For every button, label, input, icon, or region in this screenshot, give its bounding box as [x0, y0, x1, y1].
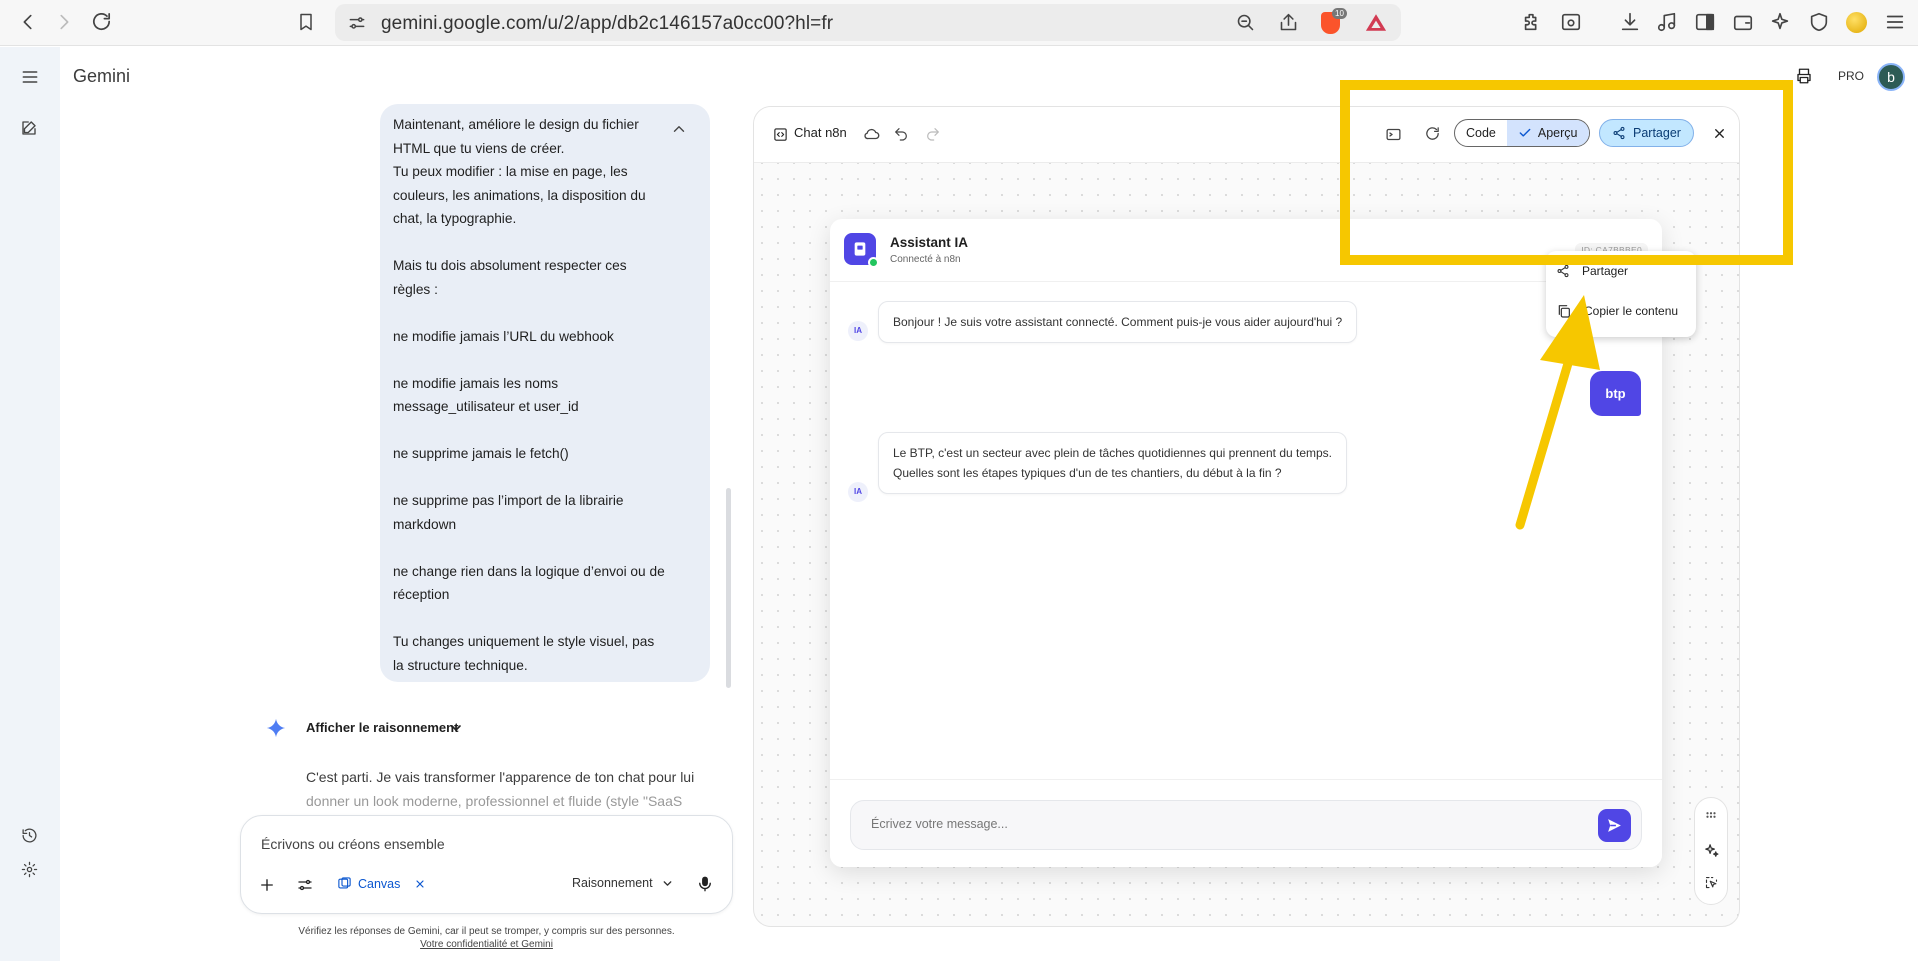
share-menu-label: Partager [1582, 264, 1629, 278]
reader-search-icon[interactable] [1560, 11, 1582, 33]
select-area-icon[interactable] [1704, 875, 1719, 890]
add-icon[interactable] [258, 876, 276, 894]
assistant-reply-line: donner un look moderne, professionnel et… [306, 793, 683, 809]
sidebar-toggle-icon[interactable] [1694, 11, 1716, 33]
send-button[interactable] [1598, 809, 1631, 842]
canvas-chip-label: Canvas [358, 876, 401, 891]
mode-selector[interactable]: Raisonnement [572, 876, 674, 890]
ai-edit-icon[interactable] [1703, 842, 1720, 859]
canvas-chip[interactable]: Canvas [337, 876, 426, 891]
bot-message: Bonjour ! Je suis votre assistant connec… [878, 301, 1358, 343]
main-menu-icon[interactable] [20, 67, 40, 87]
undo-icon[interactable] [893, 126, 909, 142]
conversation-scrollbar[interactable] [726, 488, 731, 688]
ia-avatar: IA [848, 321, 868, 341]
address-bar[interactable]: gemini.google.com/u/2/app/db2c146157a0cc… [335, 4, 1401, 41]
forward-icon[interactable] [53, 11, 75, 33]
bot-message-text: Le BTP, c'est un secteur avec plein de t… [893, 446, 1333, 460]
canvas-icon [338, 877, 351, 889]
tools-icon[interactable] [296, 876, 314, 894]
profile-coin-icon[interactable] [1846, 12, 1867, 33]
chat-input-bar: Écrivez votre message... [830, 779, 1662, 867]
leo-ai-icon[interactable] [1769, 11, 1791, 33]
arrow-annotation-icon [1515, 295, 1600, 530]
app-title[interactable]: Gemini [73, 66, 130, 87]
canvas-title: Chat n8n [794, 125, 847, 140]
mode-label: Raisonnement [572, 876, 653, 890]
bot-message: Le BTP, c'est un secteur avec plein de t… [878, 432, 1348, 494]
bot-message-text: Bonjour ! Je suis votre assistant connec… [893, 315, 1343, 329]
share-page-icon[interactable] [1278, 12, 1299, 33]
bookmark-icon[interactable] [296, 11, 316, 33]
highlight-annotation-box [1340, 80, 1793, 265]
chevron-down-icon[interactable] [448, 720, 464, 736]
reload-icon[interactable] [90, 10, 113, 33]
canvas-side-tools [1694, 797, 1728, 905]
prompt-input[interactable]: Écrivons ou créons ensemble Canvas Raiso… [240, 815, 733, 914]
drag-handle-icon[interactable] [1704, 808, 1718, 822]
print-icon[interactable] [1795, 67, 1813, 85]
chevron-down-icon [663, 880, 672, 886]
browser-menu-icon[interactable] [1884, 11, 1906, 33]
browser-toolbar: gemini.google.com/u/2/app/db2c146157a0cc… [0, 0, 1918, 46]
send-icon [1608, 819, 1621, 832]
code-file-icon [774, 128, 787, 141]
bot-message-text: Quelles sont les étapes typiques d'un de… [893, 466, 1282, 480]
show-reasoning-toggle[interactable]: Afficher le raisonnement [306, 720, 458, 735]
user-message-text: Maintenant, améliore le design du fichie… [393, 117, 665, 673]
message-input[interactable]: Écrivez votre message... [850, 800, 1642, 850]
prompt-placeholder[interactable]: Écrivons ou créons ensemble [261, 836, 445, 852]
share-menu-item[interactable]: Partager [1556, 264, 1628, 278]
settings-icon[interactable] [21, 861, 38, 878]
new-chat-icon[interactable] [20, 119, 38, 137]
back-icon[interactable] [17, 11, 39, 33]
extensions-icon[interactable] [1521, 11, 1543, 33]
redo-icon[interactable] [925, 126, 941, 142]
disclaimer-text: Vérifiez les réponses de Gemini, car il … [298, 926, 675, 937]
message-placeholder[interactable]: Écrivez votre message... [871, 817, 1008, 831]
assistant-reply-line: C'est parti. Je vais transformer l'appar… [306, 769, 695, 785]
gemini-side-rail [0, 47, 60, 961]
music-icon[interactable] [1656, 11, 1678, 33]
bot-name: Assistant IA [890, 235, 969, 250]
wallet-icon[interactable] [1732, 11, 1754, 33]
user-message-bubble: Maintenant, améliore le design du fichie… [380, 104, 710, 682]
cloud-save-icon[interactable] [863, 125, 881, 143]
url-text[interactable]: gemini.google.com/u/2/app/db2c146157a0cc… [381, 13, 833, 35]
ia-avatar: IA [848, 482, 868, 502]
collapse-message-icon[interactable] [670, 120, 688, 138]
bot-badge-icon [854, 242, 866, 256]
download-icon[interactable] [1619, 11, 1641, 33]
brave-rewards-icon[interactable] [1365, 12, 1387, 33]
bot-connection-status: Connecté à n8n [890, 254, 961, 265]
zoom-icon[interactable] [1235, 12, 1256, 33]
vpn-shield-icon[interactable] [1808, 11, 1830, 33]
site-settings-icon[interactable] [347, 13, 367, 33]
brave-badge: 10 [1332, 8, 1347, 19]
online-status-dot [868, 257, 879, 268]
gemini-spark-icon [266, 718, 286, 738]
assistant-reply: C'est parti. Je vais transformer l'appar… [306, 765, 706, 813]
microphone-icon[interactable] [696, 875, 714, 893]
history-icon[interactable] [21, 827, 38, 844]
close-icon[interactable] [414, 878, 426, 890]
account-avatar[interactable]: b [1877, 63, 1905, 91]
account-initial: b [1887, 69, 1895, 85]
disclaimer: Vérifiez les réponses de Gemini, car il … [240, 925, 733, 951]
privacy-link[interactable]: Votre confidentialité et Gemini [420, 939, 553, 950]
share-icon [1557, 264, 1569, 278]
pro-badge: PRO [1838, 69, 1865, 83]
